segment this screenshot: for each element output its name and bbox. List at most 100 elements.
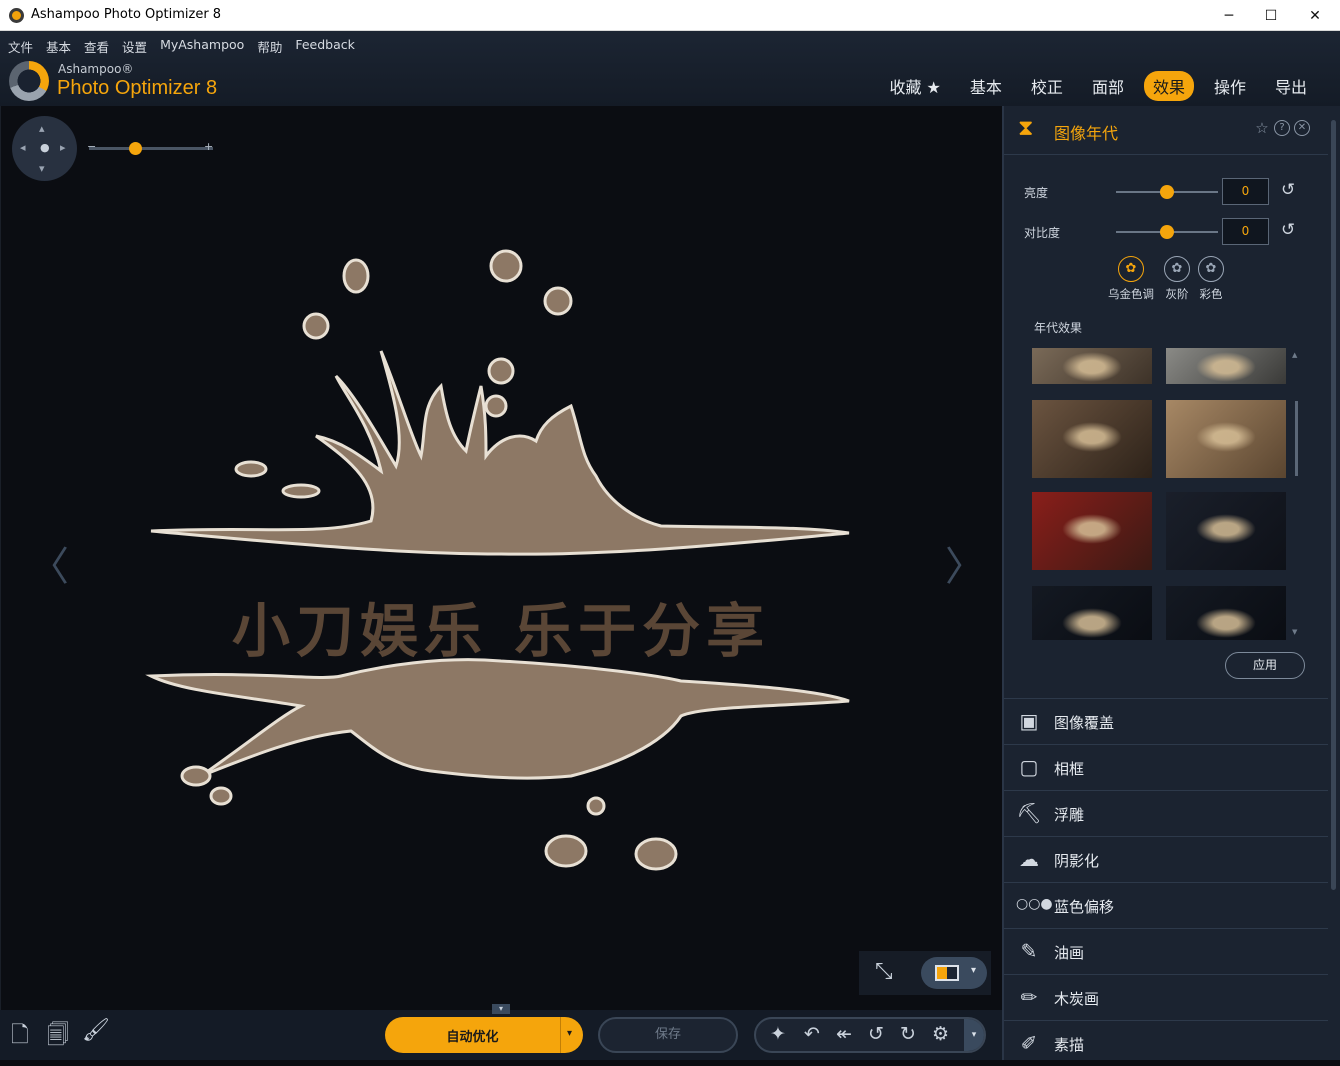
era-thumb-2[interactable] [1166, 348, 1286, 384]
help-icon[interactable]: ? [1274, 120, 1290, 136]
brightness-slider-knob[interactable] [1160, 185, 1174, 199]
effect-label: 阴影化 [1054, 852, 1100, 870]
effect-label: 相框 [1054, 760, 1085, 778]
tab-effects[interactable]: 效果 [1143, 71, 1194, 101]
pan-navigator[interactable]: ▴ ▾ ◂ ▸ ● [12, 116, 77, 181]
fit-to-window-icon[interactable]: ⤡ [875, 959, 893, 984]
oil-paint-icon: ✎ [1020, 939, 1038, 963]
era-thumb-1[interactable] [1032, 348, 1152, 384]
contrast-control: 对比度 0 ↺ [1024, 218, 1324, 246]
chevron-down-icon[interactable]: ▾ [567, 1028, 572, 1039]
menu-myashampoo[interactable]: MyAshampoo [160, 37, 244, 56]
panel-scrollbar[interactable] [1331, 120, 1336, 890]
gallery-scroll-up-icon[interactable]: ▲ [1292, 351, 1297, 359]
era-effects-gallery [1032, 348, 1302, 640]
gallery-scrollbar[interactable] [1295, 401, 1298, 476]
contrast-value-input[interactable]: 0 [1222, 218, 1269, 245]
app-logo-icon [9, 8, 24, 23]
magic-wand-icon[interactable]: ✦ [770, 1023, 786, 1045]
pan-right-icon[interactable]: ▸ [60, 141, 66, 154]
brightness-value-input[interactable]: 0 [1222, 178, 1269, 205]
image-canvas[interactable]: ▴ ▾ ◂ ▸ ● − + 〈 〉 小刀娱乐 乐于分享 ⤡ ▾ [0, 106, 1002, 1010]
chevron-down-icon[interactable]: ▾ [964, 1019, 984, 1051]
effect-charcoal[interactable]: ✏ 木炭画 [1004, 974, 1328, 1020]
undo-icon[interactable]: ↶ [804, 1023, 820, 1045]
menu-bar: 文件 基本 查看 设置 MyAshampoo 帮助 Feedback [8, 37, 368, 56]
effects-panel: ⧗ 图像年代 ☆ ? ✕ 亮度 0 ↺ 对比度 0 ↺ ✿ 乌金色调 ✿ 灰阶 … [1002, 106, 1340, 1060]
tab-favorites[interactable]: 收藏 ★ [880, 71, 949, 101]
pan-left-icon[interactable]: ◂ [20, 141, 26, 154]
contrast-slider-knob[interactable] [1160, 225, 1174, 239]
clean-brush-icon[interactable]: 🖌 [82, 1018, 110, 1043]
thumb-preview [1062, 352, 1122, 382]
undo-all-icon[interactable]: ↞ [836, 1023, 852, 1045]
era-thumb-6[interactable] [1166, 492, 1286, 570]
effect-oil-paint[interactable]: ✎ 油画 [1004, 928, 1328, 974]
brand-small: Ashampoo® [58, 62, 134, 76]
previous-image-arrow-icon[interactable]: 〈 [29, 534, 69, 592]
minimize-button[interactable]: ─ [1206, 0, 1252, 31]
apply-button[interactable]: 应用 [1225, 652, 1305, 679]
menu-settings[interactable]: 设置 [122, 37, 147, 56]
add-file-icon[interactable]: 🗋 [11, 1018, 29, 1056]
auto-optimize-button[interactable]: 自动优化 ▾ [385, 1017, 583, 1053]
divider [1004, 154, 1328, 155]
tab-correct[interactable]: 校正 [1022, 71, 1072, 101]
era-thumb-7[interactable] [1032, 586, 1152, 640]
rotate-left-icon[interactable]: ↺ [868, 1023, 884, 1045]
tone-sepia-button[interactable]: ✿ 乌金色调 [1106, 256, 1156, 302]
collapse-filmstrip-icon[interactable]: ▾ [492, 1004, 510, 1014]
thumb-preview [1196, 514, 1256, 544]
effect-emboss[interactable]: ⛏ 浮雕 [1004, 790, 1328, 836]
close-button[interactable]: ✕ [1292, 0, 1338, 31]
tab-operations[interactable]: 操作 [1205, 71, 1255, 101]
auto-optimize-label: 自动优化 [446, 1030, 499, 1045]
brand-logo-icon [9, 61, 49, 101]
menu-view[interactable]: 查看 [84, 37, 109, 56]
zoom-slider-track[interactable] [89, 147, 213, 150]
chevron-down-icon[interactable]: ▾ [971, 965, 976, 976]
effect-label: 图像覆盖 [1054, 714, 1115, 732]
frame-icon: ▢ [1019, 755, 1039, 779]
save-button[interactable]: 保存 [598, 1017, 738, 1053]
zoom-slider-knob[interactable] [129, 142, 142, 155]
photo-splash-image [145, 249, 850, 871]
close-icon[interactable]: ✕ [1294, 120, 1310, 136]
menu-feedback[interactable]: Feedback [295, 37, 355, 56]
effect-frame[interactable]: ▢ 相框 [1004, 744, 1328, 790]
pan-center-icon[interactable]: ● [40, 141, 50, 154]
view-mode-button[interactable]: ▾ [921, 957, 987, 989]
thumb-preview [1196, 352, 1256, 382]
gallery-scroll-down-icon[interactable]: ▼ [1292, 628, 1297, 636]
tab-basic[interactable]: 基本 [961, 71, 1011, 101]
menu-file[interactable]: 文件 [8, 37, 33, 56]
menu-basic[interactable]: 基本 [46, 37, 71, 56]
tone-color-button[interactable]: ✿ 彩色 [1186, 256, 1236, 302]
add-folder-icon[interactable]: 🗐 [47, 1018, 69, 1056]
effect-shadow[interactable]: ☁ 阴影化 [1004, 836, 1328, 882]
pan-down-icon[interactable]: ▾ [39, 162, 45, 175]
era-thumb-3[interactable] [1032, 400, 1152, 478]
favorite-star-icon[interactable]: ☆ [1254, 120, 1270, 136]
menu-help[interactable]: 帮助 [257, 37, 282, 56]
effect-image-overlay[interactable]: ▣ 图像覆盖 [1004, 698, 1328, 744]
pan-up-icon[interactable]: ▴ [39, 122, 45, 135]
tab-face[interactable]: 面部 [1083, 71, 1133, 101]
reset-brightness-icon[interactable]: ↺ [1281, 180, 1295, 200]
image-caption-text: 小刀娱乐 乐于分享 [231, 597, 771, 665]
maximize-button[interactable]: ☐ [1248, 0, 1294, 31]
next-image-arrow-icon[interactable]: 〉 [945, 534, 985, 592]
image-overlay-icon: ▣ [1019, 709, 1039, 733]
effect-blue-shift[interactable]: ○○● 蓝色偏移 [1004, 882, 1328, 928]
reset-contrast-icon[interactable]: ↺ [1281, 220, 1295, 240]
era-thumb-8[interactable] [1166, 586, 1286, 640]
effect-sketch[interactable]: ✐ 素描 [1004, 1020, 1328, 1066]
rotate-right-icon[interactable]: ↻ [900, 1023, 916, 1045]
bottom-toolbar: ▾ 🗋 🗐 🖌 自动优化 ▾ 保存 ✦ ↶ ↞ ↺ ↻ ⚙ ▾ [0, 1004, 1002, 1060]
gear-icon[interactable]: ⚙ [932, 1023, 949, 1045]
zoom-out-icon[interactable]: − [87, 140, 96, 153]
era-thumb-4[interactable] [1166, 400, 1286, 478]
zoom-in-icon[interactable]: + [204, 140, 213, 153]
tab-export[interactable]: 导出 [1266, 71, 1316, 101]
era-thumb-5[interactable] [1032, 492, 1152, 570]
